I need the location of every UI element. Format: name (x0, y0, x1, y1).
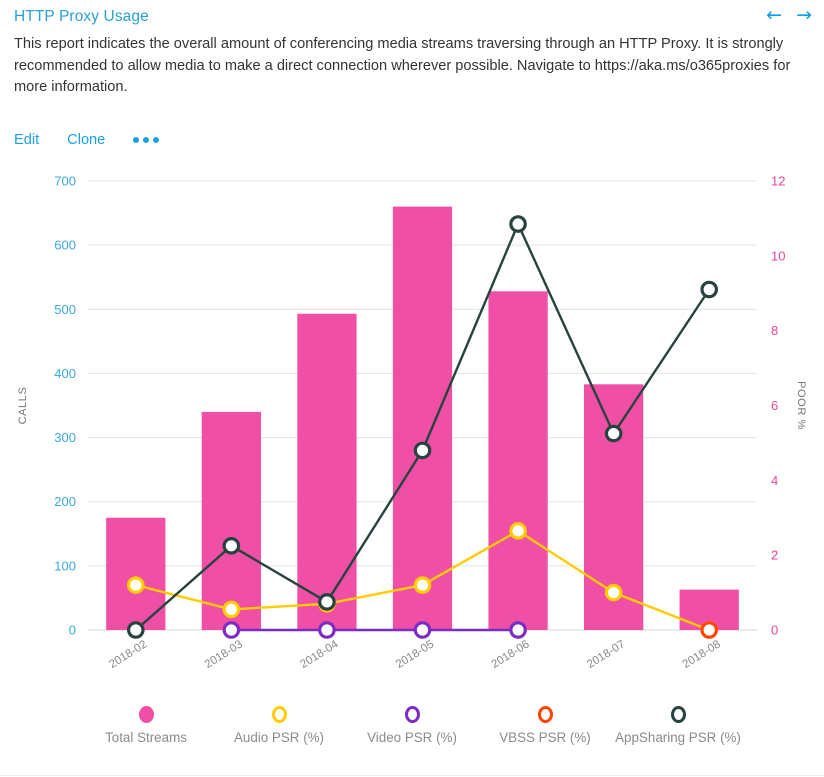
bar-2018-05[interactable] (392, 206, 453, 630)
legend-item-vbss-psr[interactable]: VBSS PSR (%) (479, 706, 612, 745)
y-axis-tick-right: 6 (771, 398, 778, 413)
ellipsis-dot-icon (143, 136, 150, 143)
legend-marker-icon (271, 706, 287, 723)
page-title: HTTP Proxy Usage (14, 8, 149, 25)
bar-2018-03[interactable] (201, 411, 261, 630)
marker-video-psr[interactable] (509, 620, 527, 639)
marker-video-psr[interactable] (318, 620, 336, 639)
clone-button[interactable]: Clone (67, 129, 105, 151)
prev-arrow-icon[interactable]: ← (766, 6, 782, 25)
nav-arrows: ← → (766, 6, 812, 25)
legend-item-appsharing-psr[interactable]: AppSharing PSR (%) (612, 706, 745, 745)
y-axis-tick-left: 700 (54, 173, 76, 188)
y-axis-tick-right: 4 (771, 472, 778, 487)
report-card: HTTP Proxy Usage ← → This report indicat… (0, 0, 824, 777)
y-axis-tick-left: 400 (54, 365, 76, 380)
legend-label: AppSharing PSR (%) (615, 730, 741, 745)
ellipsis-dot-icon (133, 136, 140, 143)
y-axis-tick-right: 10 (771, 248, 785, 263)
next-arrow-icon[interactable]: → (796, 6, 812, 25)
marker-appsharing-psr[interactable] (413, 441, 432, 459)
legend-item-total-streams[interactable]: Total Streams (80, 706, 213, 745)
legend-marker-icon (670, 706, 686, 723)
more-options-button[interactable] (133, 136, 160, 143)
chart-container: 0 100 200 300 400 500 600 700 0 2 4 6 8 10 12 CALLS POOR… (0, 159, 824, 744)
y-axis-tick-right: 8 (771, 323, 778, 338)
marker-appsharing-psr[interactable] (318, 592, 336, 611)
bottom-divider (0, 775, 824, 776)
x-axis-tick: 2018-07 (585, 638, 627, 671)
y-axis-tick-right: 0 (771, 622, 778, 637)
x-axis-tick: 2018-03 (203, 638, 245, 671)
marker-audio-psr[interactable] (126, 575, 145, 594)
legend-marker-icon (404, 706, 420, 723)
x-axis-tick: 2018-05 (394, 638, 436, 671)
y-axis-tick-left: 300 (54, 430, 76, 445)
x-axis-tick: 2018-04 (298, 638, 341, 671)
y-axis-tick-left: 600 (54, 237, 76, 252)
marker-audio-psr[interactable] (222, 600, 241, 618)
bar-2018-04[interactable] (297, 313, 357, 630)
ellipsis-dot-icon (153, 136, 160, 143)
edit-button[interactable]: Edit (14, 129, 39, 151)
marker-vbss-psr[interactable] (700, 620, 719, 639)
x-axis-tick: 2018-08 (681, 638, 723, 671)
marker-audio-psr[interactable] (413, 575, 432, 594)
marker-video-psr[interactable] (413, 620, 432, 639)
marker-appsharing-psr[interactable] (604, 424, 623, 442)
legend-marker-icon (537, 706, 553, 723)
y-axis-tick-left: 500 (54, 301, 76, 316)
y-axis-tick-right: 12 (771, 173, 785, 188)
report-header: HTTP Proxy Usage ← → (0, 0, 824, 27)
action-bar: Edit Clone (14, 129, 824, 151)
marker-appsharing-psr[interactable] (126, 620, 145, 639)
marker-audio-psr[interactable] (509, 521, 527, 540)
legend-item-audio-psr[interactable]: Audio PSR (%) (213, 706, 346, 745)
x-axis-tick: 2018-06 (489, 638, 531, 671)
marker-appsharing-psr[interactable] (222, 536, 241, 555)
legend-label: Video PSR (%) (367, 730, 457, 745)
y-axis-title-right: POOR % (795, 381, 807, 430)
y-axis-tick-right: 2 (771, 547, 778, 562)
y-axis-tick-left: 100 (54, 558, 76, 573)
x-axis-tick: 2018-02 (107, 638, 149, 671)
marker-appsharing-psr[interactable] (509, 214, 527, 233)
bar-2018-06[interactable] (488, 290, 548, 630)
marker-video-psr[interactable] (222, 620, 241, 639)
y-axis-title-left: CALLS (17, 386, 29, 424)
marker-audio-psr[interactable] (604, 583, 623, 601)
legend-label: VBSS PSR (%) (499, 730, 591, 745)
chart-legend: Total Streams Audio PSR (%) Video PSR (%) V… (0, 706, 824, 745)
legend-item-video-psr[interactable]: Video PSR (%) (346, 706, 479, 745)
legend-marker-icon (138, 706, 154, 723)
y-axis-tick-left: 200 (54, 494, 76, 509)
marker-appsharing-psr[interactable] (700, 280, 719, 298)
legend-label: Audio PSR (%) (233, 730, 325, 745)
combo-chart[interactable]: 0 100 200 300 400 500 600 700 0 2 4 6 8 10 12 CALLS POOR… (0, 159, 824, 744)
report-description: This report indicates the overall amount… (14, 36, 791, 95)
legend-label: Total Streams (105, 730, 187, 745)
y-axis-tick-left: 0 (69, 622, 76, 637)
